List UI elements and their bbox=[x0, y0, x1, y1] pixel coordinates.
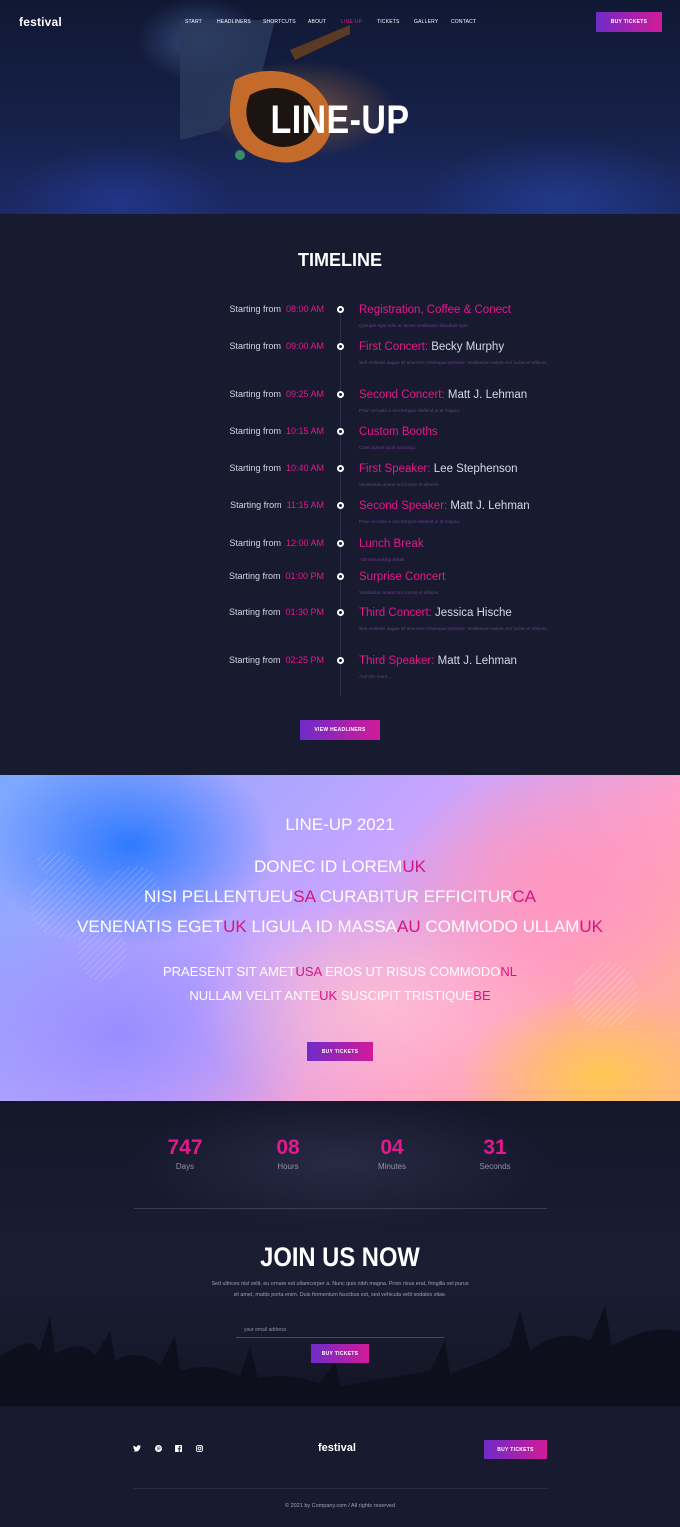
nav-headliners[interactable]: HEADLINERS bbox=[217, 19, 251, 25]
hero-header: festival START HEADLINERS SHORTCUTS ABOU… bbox=[0, 0, 680, 214]
join-buy-tickets-button[interactable]: BUY TICKETS bbox=[311, 1344, 369, 1363]
timeline-event-title: Custom Booths bbox=[359, 426, 438, 438]
nav-about[interactable]: ABOUT bbox=[308, 19, 326, 25]
nav-shortcuts[interactable]: SHORTCUTS bbox=[263, 19, 296, 25]
timeline-time: Starting from 10:40 AM bbox=[229, 463, 324, 473]
lineup-line-3: VENENATIS EGETUK LIGULA ID MASSAAU COMMO… bbox=[77, 917, 603, 936]
facebook-icon[interactable] bbox=[173, 1443, 183, 1453]
twitter-icon[interactable] bbox=[132, 1443, 142, 1453]
timeline-event-title: Registration, Coffee & Conect bbox=[359, 304, 511, 316]
section-divider bbox=[134, 1208, 547, 1209]
lineup-line-2: NISI PELLENTUEUSA CURABITUR EFFICITURCA bbox=[143, 887, 537, 906]
timeline-event-title: Surprise Concert bbox=[359, 571, 446, 583]
lineup-section: LINE-UP 2021 DONEC ID LOREMUK NISI PELLE… bbox=[0, 775, 680, 1101]
page-title: LINE-UP bbox=[270, 98, 410, 142]
timeline-time: Starting from 09:25 AM bbox=[229, 389, 324, 399]
timeline-event-title: First Speaker: Lee Stephenson bbox=[359, 463, 518, 475]
timeline-dot-icon bbox=[337, 657, 344, 664]
lineup-buy-tickets-button[interactable]: BUY TICKETS bbox=[307, 1042, 373, 1061]
timeline-dot-icon bbox=[337, 465, 344, 472]
timeline-dot-icon bbox=[337, 391, 344, 398]
timeline-dot-icon bbox=[337, 428, 344, 435]
timeline-time: Starting from 01:00 PM bbox=[228, 571, 324, 581]
timeline-event-desc: +30 Networking Break bbox=[359, 557, 405, 562]
footer-buy-tickets-button[interactable]: BUY TICKETS bbox=[484, 1440, 547, 1459]
nav-contact[interactable]: CONTACT bbox=[451, 19, 476, 25]
timeline-event-title: Lunch Break bbox=[359, 538, 424, 550]
timeline-dot-icon bbox=[337, 573, 344, 580]
email-input[interactable] bbox=[236, 1322, 444, 1338]
countdown-seconds: 31 Seconds bbox=[479, 1136, 511, 1171]
timeline-event-desc: Vestibulum antest orci luctus et ultrice… bbox=[359, 590, 440, 595]
timeline-line bbox=[340, 306, 341, 696]
timeline-event-desc: And lots more... bbox=[359, 674, 392, 679]
timeline-dot-icon bbox=[337, 306, 344, 313]
copyright-text: © 2021 by Company.com / All rights reser… bbox=[284, 1503, 396, 1509]
timeline-dot-icon bbox=[337, 343, 344, 350]
timeline-event-title: Second Speaker: Matt J. Lehman bbox=[359, 500, 530, 512]
lineup-line-4: PRAESENT SIT AMETUSA EROS UT RISUS COMMO… bbox=[163, 964, 517, 979]
timeline-time: Starting from 12:00 AM bbox=[229, 538, 324, 548]
nav-lineup[interactable]: LINE-UP bbox=[341, 19, 362, 25]
timeline-section: TIMELINE Starting from 08:00 AM Registrat… bbox=[0, 214, 680, 775]
timeline-title: TIMELINE bbox=[298, 250, 382, 270]
timeline-time: Starting from 10:15 AM bbox=[229, 426, 324, 436]
join-text: Sed ultrices nisl velit, eu ornare est u… bbox=[211, 1281, 469, 1298]
site-footer: festival BUY TICKETS © 2021 by Company.c… bbox=[0, 1406, 680, 1527]
timeline-event-desc: Quisque eget odio ac lectus vestibulum f… bbox=[359, 323, 469, 328]
nav-start[interactable]: START bbox=[185, 19, 202, 25]
countdown-days: 747 Days bbox=[167, 1136, 203, 1171]
pinterest-icon[interactable] bbox=[153, 1443, 163, 1453]
join-section: 747 Days 08 Hours 04 Minutes 31 Seconds … bbox=[0, 1101, 680, 1406]
timeline-time: Starting from 11:15 AM bbox=[230, 500, 324, 510]
timeline-event-title: First Concert: Becky Murphy bbox=[359, 341, 505, 353]
timeline-event-title: Third Speaker: Matt J. Lehman bbox=[359, 655, 517, 667]
timeline-dot-icon bbox=[337, 540, 344, 547]
timeline-time: Starting from 09:00 AM bbox=[229, 341, 324, 351]
timeline-time: Starting from 01:30 PM bbox=[228, 607, 324, 617]
timeline-dot-icon bbox=[337, 609, 344, 616]
lineup-line-5: NULLAM VELIT ANTEUK SUSCIPIT TRISTIQUEBE bbox=[189, 988, 491, 1003]
countdown-hours: 08 Hours bbox=[276, 1136, 300, 1171]
lineup-line-1: DONEC ID LOREMUK bbox=[254, 857, 426, 876]
nav-gallery[interactable]: GALLERY bbox=[414, 19, 438, 25]
footer-logo[interactable]: festival bbox=[318, 1442, 356, 1454]
timeline-time: Starting from 02:25 PM bbox=[228, 655, 324, 665]
instagram-icon[interactable] bbox=[194, 1443, 204, 1453]
footer-divider bbox=[134, 1488, 547, 1489]
timeline-event-desc: Proin vel ante a orci tempus eleifend ut… bbox=[359, 519, 461, 524]
timeline-event-title: Second Concert: Matt J. Lehman bbox=[359, 389, 528, 401]
nav-tickets[interactable]: TICKETS bbox=[377, 19, 400, 25]
timeline-dot-icon bbox=[337, 502, 344, 509]
timeline-time: Starting from 08:00 AM bbox=[229, 304, 324, 314]
timeline-event-desc: Sed molestie augue sit amet leo consequa… bbox=[359, 360, 548, 365]
timeline-event-desc: Vestibulum antest orci luctus et ultrice… bbox=[359, 482, 440, 487]
header-buy-tickets-button[interactable]: BUY TICKETS bbox=[596, 12, 662, 32]
join-title: JOIN US NOW bbox=[260, 1242, 420, 1272]
timeline-event-desc: Class aptent taciti sociosqu. bbox=[359, 445, 416, 450]
timeline-event-title: Third Concert: Jessica Hische bbox=[359, 607, 512, 619]
timeline-event-desc: Sed molestie augue sit amet leo consequa… bbox=[359, 626, 548, 631]
lineup-title: LINE-UP 2021 bbox=[285, 815, 395, 834]
view-headliners-button[interactable]: VIEW HEADLINERS bbox=[300, 720, 380, 740]
site-logo[interactable]: festival bbox=[19, 15, 62, 29]
countdown-minutes: 04 Minutes bbox=[377, 1136, 406, 1171]
timeline-event-desc: Proin vel ante a orci tempus eleifend ut… bbox=[359, 408, 461, 413]
